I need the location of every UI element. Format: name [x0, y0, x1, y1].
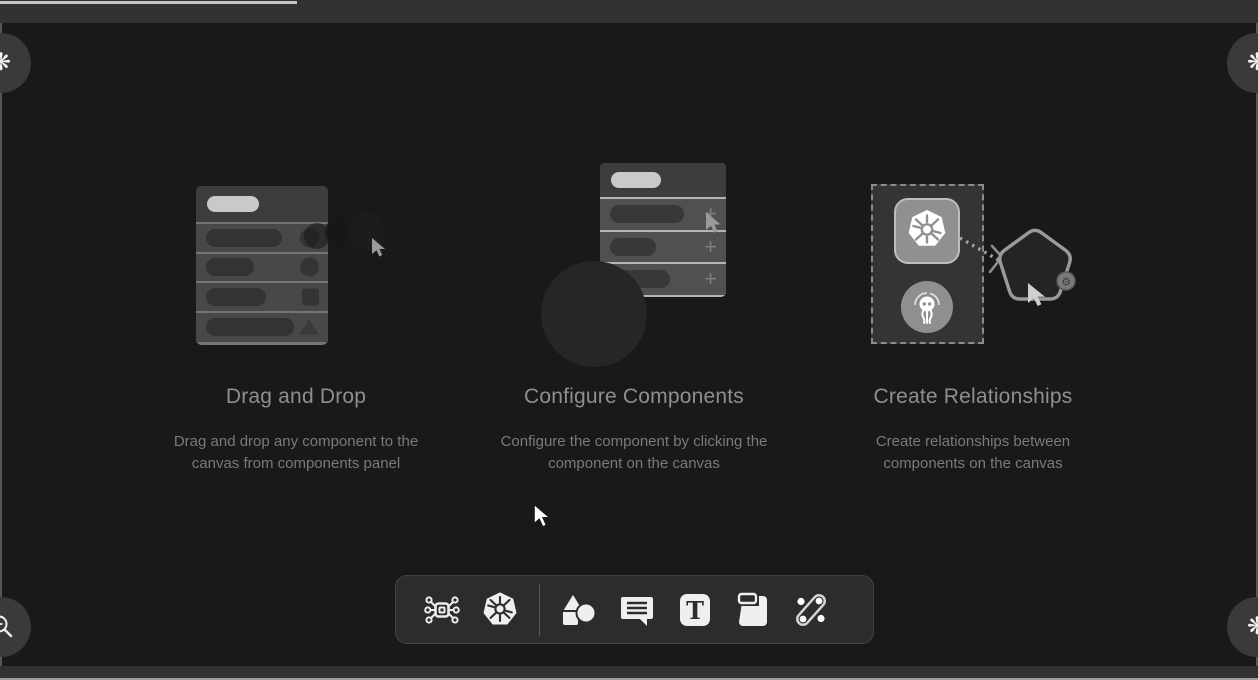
component-row — [196, 313, 328, 342]
plus-icon: + — [704, 268, 717, 290]
octopus-node — [901, 281, 953, 333]
config-row: + — [600, 232, 726, 263]
component-row — [196, 254, 328, 282]
canvas-stage[interactable]: ❋ ❋ ❋ — [0, 0, 1258, 680]
component-chip-icon — [422, 590, 462, 630]
components-panel-button[interactable] — [419, 587, 465, 633]
illustration-cursor-icon — [369, 237, 389, 259]
comment-tool-icon — [617, 590, 657, 630]
text-tool-button[interactable]: T — [672, 587, 718, 633]
illustration-panel-header — [196, 186, 328, 222]
card-description: Create relationships between components … — [843, 431, 1103, 475]
right-drawer-toggle-button[interactable]: ❋ — [1227, 33, 1258, 93]
component-node-circle — [541, 261, 647, 367]
top-bar — [0, 0, 1258, 23]
component-row — [196, 283, 328, 311]
svg-text:T: T — [686, 596, 704, 625]
card-description: Configure the component by clicking the … — [479, 431, 789, 475]
drag-drop-illustration — [196, 186, 328, 345]
left-drawer-toggle-button[interactable]: ❋ — [0, 33, 31, 93]
kubernetes-icon — [902, 206, 952, 256]
magnifier-plus-icon — [0, 612, 16, 642]
plus-icon: + — [704, 236, 717, 258]
flower-icon: ❋ — [0, 51, 11, 75]
relationship-edge-graphic: ⚙ — [950, 200, 1110, 330]
panel-title-pill — [207, 196, 259, 212]
right-tools-toggle-button[interactable]: ❋ — [1227, 597, 1258, 657]
left-edge-line — [0, 23, 2, 666]
octopus-icon — [905, 285, 949, 329]
comment-tool-button[interactable] — [614, 587, 660, 633]
card-title: Create Relationships — [793, 385, 1153, 409]
svg-text:⚙: ⚙ — [1061, 276, 1071, 289]
tool-dock: T — [395, 575, 874, 644]
kubernetes-icon — [479, 589, 521, 631]
card-description: Drag and drop any component to the canva… — [151, 431, 441, 475]
mouse-cursor — [530, 503, 554, 531]
illustration-panel-header — [600, 163, 726, 197]
square-shape — [302, 288, 319, 305]
top-progress-line — [0, 1, 297, 4]
flower-icon: ❋ — [1247, 51, 1258, 75]
zoom-in-button[interactable] — [0, 597, 31, 657]
relationship-link-icon — [791, 590, 831, 630]
kubernetes-components-button[interactable] — [477, 587, 523, 633]
note-tool-button[interactable] — [730, 587, 776, 633]
relationship-tool-button[interactable] — [788, 587, 834, 633]
triangle-shape — [299, 320, 319, 335]
circle-shape — [300, 258, 319, 277]
card-title: Drag and Drop — [116, 385, 476, 409]
shapes-tool-icon — [559, 590, 599, 630]
dock-divider — [539, 584, 540, 636]
panel-title-pill — [611, 172, 661, 188]
text-tool-icon: T — [675, 590, 715, 630]
note-tool-icon — [733, 590, 773, 630]
shapes-tool-button[interactable] — [556, 587, 602, 633]
illustration-cursor-icon — [703, 211, 725, 235]
card-title: Configure Components — [454, 385, 814, 409]
flower-icon: ❋ — [1247, 615, 1258, 639]
